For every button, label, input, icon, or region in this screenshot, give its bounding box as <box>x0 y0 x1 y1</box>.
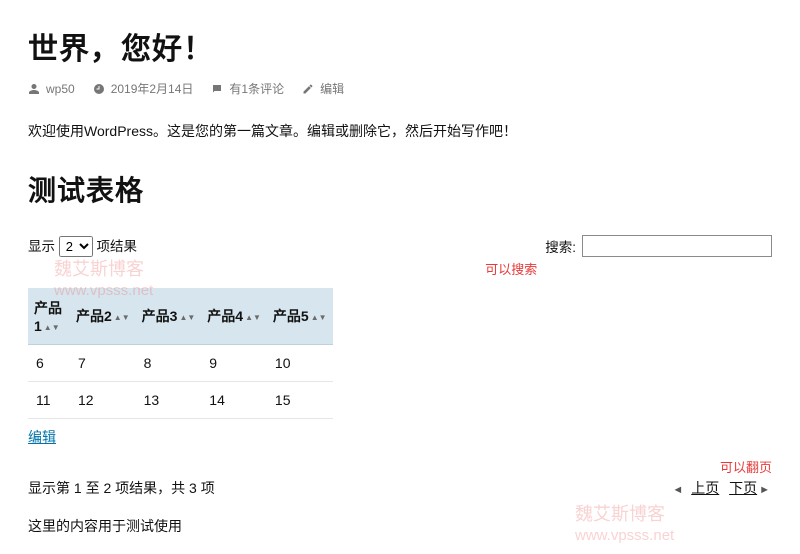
pager-annotation: 可以翻页 <box>672 457 772 476</box>
table-row: 6 7 8 9 10 <box>28 345 333 382</box>
length-prefix: 显示 <box>28 239 55 254</box>
clock-icon <box>93 83 105 95</box>
next-page-link[interactable]: 下页 <box>729 480 757 496</box>
post-meta: wp50 2019年2月14日 有1条评论 编辑 <box>28 80 772 97</box>
table-info: 显示第 1 至 2 项结果，共 3 项 <box>28 478 215 498</box>
post-date: 2019年2月14日 <box>111 80 194 97</box>
col-header[interactable]: 产品4▲▼ <box>201 288 267 345</box>
edit-meta-label: 编辑 <box>320 80 344 97</box>
length-suffix: 项结果 <box>97 239 138 254</box>
sort-icon: ▲▼ <box>44 325 60 330</box>
chevron-right-icon: ► <box>759 484 770 496</box>
post-intro: 欢迎使用WordPress。这是您的第一篇文章。编辑或删除它，然后开始写作吧！ <box>28 121 772 141</box>
cell: 9 <box>201 345 267 382</box>
cell: 11 <box>28 382 70 419</box>
person-icon <box>28 83 40 95</box>
author-name: wp50 <box>46 82 75 96</box>
cell: 10 <box>267 345 333 382</box>
sort-icon: ▲▼ <box>114 315 130 320</box>
sort-icon: ▲▼ <box>245 315 261 320</box>
length-control: 显示 2 项结果 <box>28 235 137 257</box>
cell: 8 <box>136 345 202 382</box>
table-row: 11 12 13 14 15 <box>28 382 333 419</box>
comments-count: 有1条评论 <box>229 80 284 97</box>
pagination: ◄ 上页 下页► <box>672 478 772 498</box>
cell: 14 <box>201 382 267 419</box>
sort-icon: ▲▼ <box>179 315 195 320</box>
col-header[interactable]: 产品2▲▼ <box>70 288 136 345</box>
data-table: 产品1▲▼ 产品2▲▼ 产品3▲▼ 产品4▲▼ 产品5▲▼ 6 7 8 9 10… <box>28 288 333 419</box>
cell: 12 <box>70 382 136 419</box>
edit-link[interactable]: 编辑 <box>28 427 56 447</box>
date-meta: 2019年2月14日 <box>93 80 194 97</box>
col-header[interactable]: 产品1▲▼ <box>28 288 70 345</box>
cell: 13 <box>136 382 202 419</box>
comment-icon <box>211 83 223 95</box>
col-header[interactable]: 产品5▲▼ <box>267 288 333 345</box>
closing-note: 这里的内容用于测试使用 <box>28 516 772 536</box>
col-header[interactable]: 产品3▲▼ <box>136 288 202 345</box>
chevron-left-icon: ◄ <box>672 484 683 496</box>
edit-meta[interactable]: 编辑 <box>302 80 344 97</box>
search-label: 搜索: <box>545 236 576 256</box>
search-input[interactable] <box>582 235 772 257</box>
prev-page-link[interactable]: 上页 <box>691 480 719 496</box>
author-meta: wp50 <box>28 82 75 96</box>
comments-meta[interactable]: 有1条评论 <box>211 80 284 97</box>
cell: 15 <box>267 382 333 419</box>
page-title: 世界，您好！ <box>28 24 772 68</box>
pencil-icon <box>302 83 314 95</box>
cell: 6 <box>28 345 70 382</box>
search-annotation: 可以搜索 <box>485 259 772 278</box>
length-select[interactable]: 2 <box>59 236 93 257</box>
sort-icon: ▲▼ <box>311 315 327 320</box>
cell: 7 <box>70 345 136 382</box>
section-title: 测试表格 <box>28 169 772 209</box>
